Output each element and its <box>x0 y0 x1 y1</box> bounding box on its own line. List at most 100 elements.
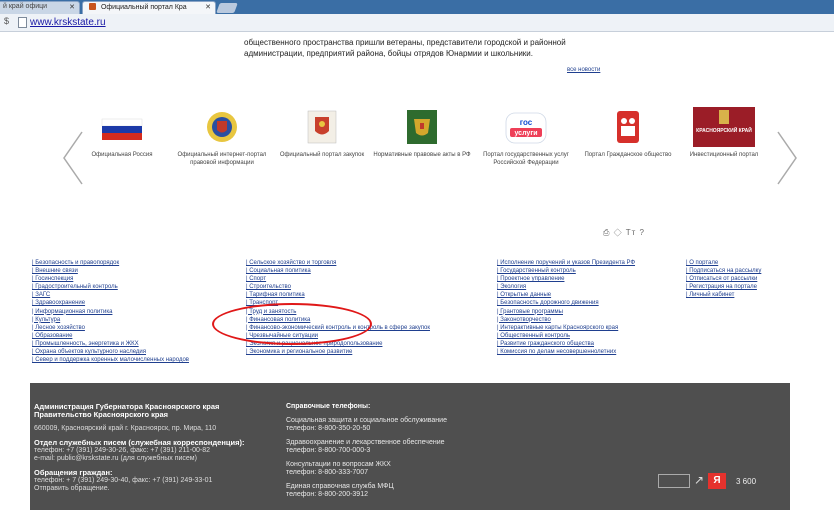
share-icon[interactable]: ◇ <box>614 228 623 237</box>
eagle-emblem-icon <box>398 107 446 147</box>
footer: Администрация Губернатора Красноярского … <box>30 383 790 510</box>
banner-caption: Портал Гражданское общество <box>584 152 672 158</box>
news-text-line: общественного пространства пришли ветера… <box>244 38 566 47</box>
footer-nav-link[interactable]: | Личный кабинет <box>686 291 761 299</box>
links-column-1: | Безопасность и правопорядок | Внешние с… <box>32 259 189 364</box>
links-column-3: | Исполнение поручений и указов Президен… <box>497 259 635 356</box>
footer-nav-link[interactable]: | Север и поддержка коренных малочисленн… <box>32 356 189 364</box>
print-icon[interactable]: ⎙ <box>603 228 610 237</box>
banner-procurement-portal[interactable]: Официальный портал закупок <box>272 107 372 159</box>
font-size-tools[interactable]: Tт ? <box>626 228 645 237</box>
banner-normative-acts[interactable]: Нормативные правовые акты в РФ <box>372 107 472 159</box>
footer-nav-link[interactable]: | Градостроительный контроль <box>32 283 189 291</box>
close-tab-icon[interactable]: ✕ <box>205 3 211 11</box>
all-news-link[interactable]: все новости <box>567 67 600 73</box>
footer-nav-link[interactable]: | О портале <box>686 259 761 267</box>
ref-name: Здравоохранение и лекарственное обеспече… <box>286 439 445 446</box>
footer-nav-link[interactable]: | Проектное управление <box>497 275 635 283</box>
procurement-emblem-icon <box>298 107 346 147</box>
footer-nav-link[interactable]: | Тарифная политика <box>246 291 430 299</box>
footer-nav-link[interactable]: | Охрана объектов культурного наследия <box>32 348 189 356</box>
svg-text:услуги: услуги <box>514 130 537 137</box>
browser-window: { "browser": { "tab1_label": "й край офи… <box>0 0 834 513</box>
ref-phone: телефон: 8-800-200-3912 <box>286 491 368 498</box>
footer-nav-link[interactable]: | Культура <box>32 316 189 324</box>
browser-tab-1[interactable]: й край офици ✕ <box>0 1 80 14</box>
tab-title: Официальный портал Кра <box>100 4 187 11</box>
footer-nav-link[interactable]: | Сельское хозяйство и торговля <box>246 259 430 267</box>
banner-caption: Официальный интернет-портал правовой инф… <box>177 152 267 166</box>
liveinternet-counter[interactable] <box>658 474 690 488</box>
civil-society-icon <box>604 107 652 147</box>
news-text-line: администрации, предприятий района, бойцы… <box>244 49 533 58</box>
footer-nav-link[interactable]: | Строительство <box>246 283 430 291</box>
banner-caption: Инвестиционный портал <box>689 152 759 158</box>
send-appeal-link[interactable]: Отправить обращение. <box>34 485 294 493</box>
url-field[interactable]: www.krskstate.ru <box>30 17 106 28</box>
ref-phone: телефон: 8-800-333-7007 <box>286 469 368 476</box>
footer-nav-link[interactable]: | Безопасность дорожного движения <box>497 299 635 307</box>
footer-nav-link[interactable]: | Развитие гражданского общества <box>497 340 635 348</box>
footer-nav-link[interactable]: | Социальная политика <box>246 267 430 275</box>
footer-nav-link[interactable]: | Спорт <box>246 275 430 283</box>
bookmark-icon[interactable]: $ <box>4 16 9 26</box>
footer-nav-link[interactable]: | Экономика и региональное развитие <box>246 348 430 356</box>
annotation-ellipse <box>212 303 372 345</box>
banner-civil-society[interactable]: Портал Гражданское общество <box>578 107 678 159</box>
footer-mail-phone: телефон: +7 (391) 249-30-26, факс: +7 (3… <box>34 447 210 454</box>
footer-nav-link[interactable]: | Интерактивные карты Красноярского края <box>497 324 635 332</box>
arrow-icon[interactable]: ↗ <box>694 473 704 487</box>
ref-phone: телефон: 8-800-700-000-3 <box>286 447 371 454</box>
footer-nav-link[interactable]: | ЗАГС <box>32 291 189 299</box>
accessibility-tools[interactable]: ⎙ ◇ Tт ? <box>603 228 645 238</box>
footer-reference-phones: Справочные телефоны: Социальная защита и… <box>286 403 546 499</box>
footer-nav-link[interactable]: | Отписаться от рассылки <box>686 275 761 283</box>
visitor-counter: 3 600 <box>736 477 757 486</box>
footer-nav-link[interactable]: | Образование <box>32 332 189 340</box>
browser-tab-2[interactable]: Официальный портал Кра ✕ <box>82 1 216 14</box>
carousel-next-button[interactable] <box>772 128 802 188</box>
footer-nav-link[interactable]: | Подписаться на рассылку <box>686 267 761 275</box>
svg-text:гос: гос <box>520 118 533 127</box>
footer-nav-link[interactable]: | Безопасность и правопорядок <box>32 259 189 267</box>
footer-mail-email[interactable]: e-mail: public@krskstate.ru (для служебн… <box>34 455 294 463</box>
footer-nav-link[interactable]: | Информационная политика <box>32 308 189 316</box>
banner-caption: Официальная Россия <box>91 152 153 158</box>
footer-nav-link[interactable]: | Госинспекция <box>32 275 189 283</box>
footer-contacts: Администрация Губернатора Красноярского … <box>34 403 294 493</box>
new-tab-button[interactable] <box>216 3 238 13</box>
footer-nav-link[interactable]: | Государственный контроль <box>497 267 635 275</box>
footer-nav-link[interactable]: | Промышленность, энергетика и ЖКХ <box>32 340 189 348</box>
close-tab-icon[interactable]: ✕ <box>69 3 75 11</box>
banner-legal-portal[interactable]: Официальный интернет-портал правовой инф… <box>172 107 272 167</box>
chevron-right-icon <box>777 131 797 185</box>
banner-gosuslugi[interactable]: гос услуги Портал государственных услуг … <box>476 107 576 167</box>
footer-citizens-phone: телефон: + 7 (391) 249-30-40, факс: +7 (… <box>34 477 213 484</box>
footer-nav-link[interactable]: | Открытые данные <box>497 291 635 299</box>
page-icon <box>18 17 27 28</box>
yandex-metrika-icon[interactable]: Я <box>708 473 726 489</box>
krai-logo-text: КРАСНОЯРСКИЙ КРАЙ <box>696 128 752 134</box>
banner-official-russia[interactable]: Официальная Россия <box>72 107 172 159</box>
footer-nav-link[interactable]: | Законотворчество <box>497 316 635 324</box>
footer-nav-link[interactable]: | Общественный контроль <box>497 332 635 340</box>
russian-flag-icon <box>98 107 146 147</box>
footer-nav-link[interactable]: | Комиссия по делам несовершеннолетних <box>497 348 635 356</box>
favicon-icon <box>89 3 96 10</box>
footer-nav-link[interactable]: | Экология <box>497 283 635 291</box>
footer-nav-link[interactable]: | Лесное хозяйство <box>32 324 189 332</box>
ref-phones-title: Справочные телефоны: <box>286 403 371 410</box>
footer-nav-link[interactable]: | Здравоохранение <box>32 299 189 307</box>
footer-nav-link[interactable]: | Внешние связи <box>32 267 189 275</box>
footer-nav-link[interactable]: | Исполнение поручений и указов Президен… <box>497 259 635 267</box>
banner-caption: Нормативные правовые акты в РФ <box>373 152 471 158</box>
coat-of-arms-icon <box>198 107 246 147</box>
links-column-4: | О портале | Подписаться на рассылку | От… <box>686 259 761 299</box>
tab-title: й край офици <box>3 3 48 10</box>
footer-nav-link[interactable]: | Регистрация на портале <box>686 283 761 291</box>
footer-nav-link[interactable]: | Грантовые программы <box>497 308 635 316</box>
banner-investment-portal[interactable]: КРАСНОЯРСКИЙ КРАЙ Инвестиционный портал <box>674 107 774 159</box>
banner-caption: Портал государственных услуг Российской … <box>483 152 569 166</box>
gosuslugi-icon: гос услуги <box>502 107 550 147</box>
footer-mail-title: Отдел служебных писем (служебная корресп… <box>34 438 245 447</box>
